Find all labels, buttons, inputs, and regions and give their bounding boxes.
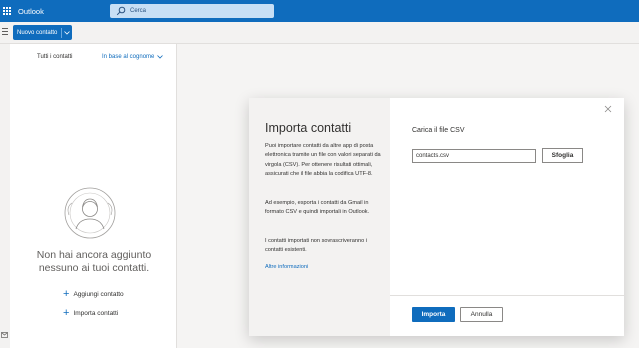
close-icon[interactable] — [604, 105, 612, 113]
contacts-tabs: Tutti i contatti In base al cognome — [10, 44, 177, 72]
menu-icon[interactable] — [2, 28, 10, 37]
tab-by-last-name-label: In base al cognome — [102, 54, 155, 60]
top-bar: Outlook Cerca — [0, 0, 639, 22]
dialog-title: Importa contatti — [265, 121, 352, 135]
mail-icon[interactable] — [1, 332, 8, 338]
left-rail — [0, 44, 10, 348]
file-path-field[interactable] — [412, 149, 536, 163]
dialog-note: I contatti importati non sovrascriverann… — [265, 238, 367, 254]
dialog-example: Ad esempio, esporta i contatti da Gmail … — [265, 200, 370, 216]
search-box[interactable]: Cerca — [110, 4, 274, 18]
import-button[interactable]: Importa — [412, 307, 455, 322]
browse-button[interactable]: Sfoglia — [542, 148, 583, 163]
search-input[interactable]: Cerca — [130, 8, 146, 14]
app-launcher-icon[interactable] — [0, 0, 14, 22]
chevron-down-icon[interactable] — [62, 30, 72, 35]
chevron-down-icon — [157, 55, 164, 59]
add-contact-action[interactable]: + Aggiungi contatto — [63, 288, 124, 300]
new-contact-button[interactable]: Nuovo contatto — [13, 25, 73, 40]
empty-state-message: Non hai ancora aggiunto nessuno ai tuoi … — [36, 249, 152, 274]
command-bar: Nuovo contatto — [0, 22, 639, 44]
empty-contacts-illustration — [64, 187, 116, 239]
cancel-button[interactable]: Annulla — [460, 307, 503, 322]
plus-icon: + — [63, 307, 70, 319]
new-contact-label: Nuovo contatto — [17, 29, 58, 36]
app-title[interactable]: Outlook — [18, 7, 44, 16]
contacts-panel: Tutti i contatti In base al cognome Non … — [10, 44, 177, 348]
plus-icon: + — [63, 288, 70, 300]
dialog-description: Puoi importare contatti da altre app di … — [265, 143, 381, 178]
search-icon — [116, 6, 126, 16]
add-contact-label: Aggiungi contatto — [73, 290, 124, 298]
footer-divider — [390, 295, 624, 296]
import-contacts-label: Importa contatti — [73, 309, 119, 317]
more-info-link[interactable]: Altre informazioni — [265, 264, 308, 270]
import-contacts-action[interactable]: + Importa contatti — [63, 307, 119, 319]
dialog-info-pane: Importa contatti Puoi importare contatti… — [249, 98, 390, 336]
import-contacts-dialog: Importa contatti Puoi importare contatti… — [249, 98, 624, 336]
tab-all-contacts[interactable]: Tutti i contatti — [37, 54, 72, 60]
tab-by-last-name[interactable]: In base al cognome — [102, 54, 164, 60]
upload-csv-label: Carica il file CSV — [412, 127, 465, 134]
